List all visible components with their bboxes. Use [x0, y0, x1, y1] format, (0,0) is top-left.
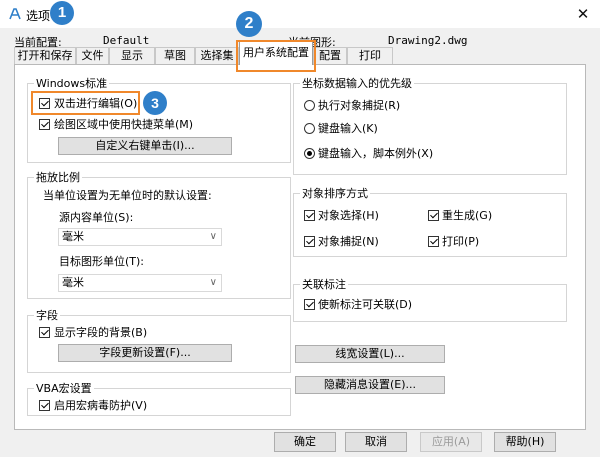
step-badge-1: 1: [50, 1, 74, 25]
chevron-down-icon: ∨: [209, 277, 217, 288]
step-badge-2: 2: [236, 11, 262, 37]
group-windows-standard-title: Windows标准: [34, 77, 110, 90]
assoc-new-dim-label: 使新标注可关联(D): [318, 298, 413, 311]
coord-osnap-radio[interactable]: [304, 100, 315, 111]
group-object-sort-title: 对象排序方式: [300, 187, 370, 200]
current-config-value: Default: [103, 34, 150, 47]
tab-open-save[interactable]: 打开和保存: [14, 47, 76, 64]
right-click-custom-button[interactable]: 自定义右键单击(I)...: [58, 137, 232, 155]
sort-plot-checkbox[interactable]: [428, 236, 439, 247]
vba-virus-checkbox[interactable]: [39, 400, 50, 411]
shortcut-menu-checkbox[interactable]: [39, 119, 50, 130]
sort-obj-select-label: 对象选择(H): [318, 209, 379, 222]
dblclick-highlight-box: [31, 91, 140, 115]
coord-keyboard-label: 键盘输入(K): [318, 122, 378, 135]
coord-osnap-label: 执行对象捕捉(R): [318, 99, 401, 112]
group-field-title: 字段: [34, 309, 60, 322]
shortcut-menu-label: 绘图区域中使用快捷菜单(M): [54, 118, 194, 131]
current-drawing-value: Drawing2.dwg: [388, 34, 468, 47]
source-units-value: 毫米: [62, 230, 84, 243]
sort-osnap-checkbox[interactable]: [304, 236, 315, 247]
apply-button[interactable]: 应用(A): [420, 432, 482, 452]
source-units-label: 源内容单位(S):: [59, 211, 134, 224]
assoc-new-dim-checkbox[interactable]: [304, 299, 315, 310]
sort-obj-select-checkbox[interactable]: [304, 210, 315, 221]
source-units-select[interactable]: 毫米 ∨: [58, 228, 222, 246]
target-units-select[interactable]: 毫米 ∨: [58, 274, 222, 292]
group-coord-priority-title: 坐标数据输入的优先级: [300, 77, 414, 90]
window-title: 选项: [26, 9, 51, 23]
app-icon: [9, 8, 21, 20]
tab-plot[interactable]: 打印: [347, 47, 393, 64]
sort-regen-checkbox[interactable]: [428, 210, 439, 221]
group-drag-scale-title: 拖放比例: [34, 171, 82, 184]
coord-keyboard-script-label: 键盘输入，脚本例外(X): [318, 147, 434, 160]
field-bg-label: 显示字段的背景(B): [54, 326, 148, 339]
sort-osnap-label: 对象捕捉(N): [318, 235, 379, 248]
cancel-button[interactable]: 取消: [345, 432, 407, 452]
target-units-value: 毫米: [62, 276, 84, 289]
target-units-label: 目标图形单位(T):: [59, 255, 145, 268]
vba-virus-label: 启用宏病毒防护(V): [54, 399, 148, 412]
tab-drafting[interactable]: 草图: [155, 47, 195, 64]
step-badge-3: 3: [143, 91, 167, 115]
coord-keyboard-radio[interactable]: [304, 123, 315, 134]
tab-highlight-box: [236, 40, 316, 72]
title-bar: [0, 0, 600, 28]
tab-display[interactable]: 显示: [109, 47, 155, 64]
field-update-button[interactable]: 字段更新设置(F)...: [58, 344, 232, 362]
sort-regen-label: 重生成(G): [442, 209, 493, 222]
hidden-message-settings-button[interactable]: 隐藏消息设置(E)...: [295, 376, 445, 394]
close-button[interactable]: ✕: [572, 3, 594, 25]
chevron-down-icon: ∨: [209, 231, 217, 242]
tab-panel: Windows标准 双击进行编辑(O) 绘图区域中使用快捷菜单(M) 自定义右键…: [14, 64, 586, 430]
field-bg-checkbox[interactable]: [39, 327, 50, 338]
scale-desc: 当单位设置为无单位时的默认设置:: [43, 189, 212, 202]
help-button[interactable]: 帮助(H): [494, 432, 556, 452]
tab-files[interactable]: 文件: [76, 47, 109, 64]
ok-button[interactable]: 确定: [274, 432, 336, 452]
coord-keyboard-script-radio[interactable]: [304, 148, 315, 159]
sort-plot-label: 打印(P): [442, 235, 480, 248]
tab-profiles[interactable]: 配置: [313, 47, 347, 64]
group-vba-title: VBA宏设置: [34, 382, 94, 395]
group-assoc-dim-title: 关联标注: [300, 278, 348, 291]
lineweight-settings-button[interactable]: 线宽设置(L)...: [295, 345, 445, 363]
tab-selection[interactable]: 选择集: [195, 47, 239, 64]
